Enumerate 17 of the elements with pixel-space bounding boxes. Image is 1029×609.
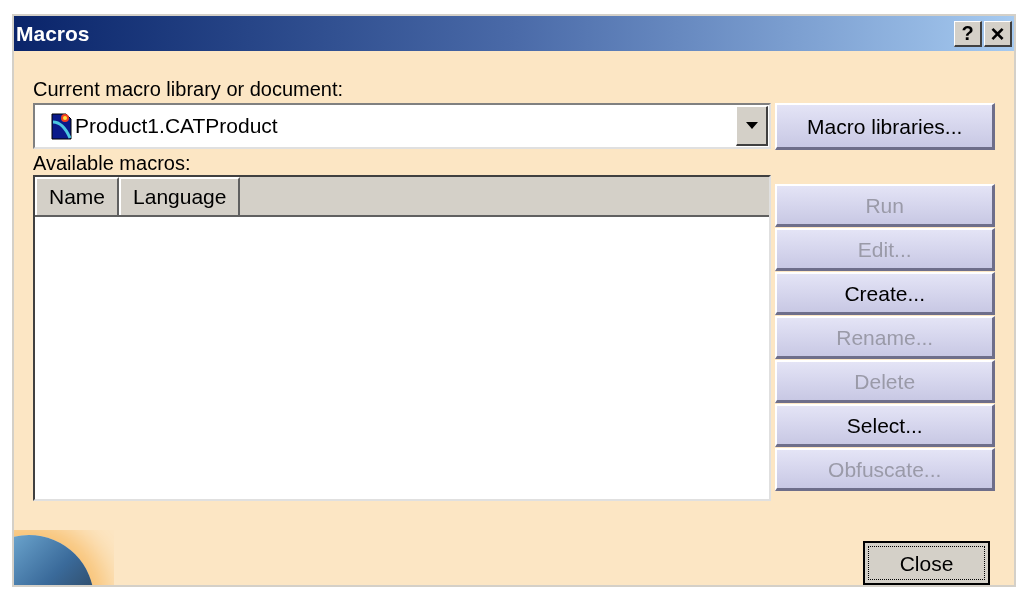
- close-button[interactable]: ×: [984, 20, 1012, 47]
- product-document-icon: [51, 112, 73, 140]
- window-title: Macros: [16, 20, 91, 47]
- library-value: Product1.CATProduct: [75, 113, 279, 140]
- close-dialog-button[interactable]: Close: [863, 541, 990, 585]
- library-dropdown[interactable]: Product1.CATProduct: [33, 103, 772, 149]
- library-label: Current macro library or document:: [33, 77, 345, 102]
- column-header[interactable]: Language: [119, 177, 241, 215]
- macros-label: Available macros:: [33, 151, 192, 175]
- action-button[interactable]: Select...: [775, 404, 995, 447]
- dropdown-arrow-button[interactable]: [736, 106, 769, 146]
- help-button[interactable]: ?: [954, 20, 982, 47]
- macro-libraries-button[interactable]: Macro libraries...: [775, 103, 995, 150]
- macro-list[interactable]: Name Language: [33, 175, 772, 501]
- caret-icon: [745, 122, 758, 129]
- action-button[interactable]: Create...: [775, 272, 995, 315]
- column-header[interactable]: Name: [35, 177, 120, 215]
